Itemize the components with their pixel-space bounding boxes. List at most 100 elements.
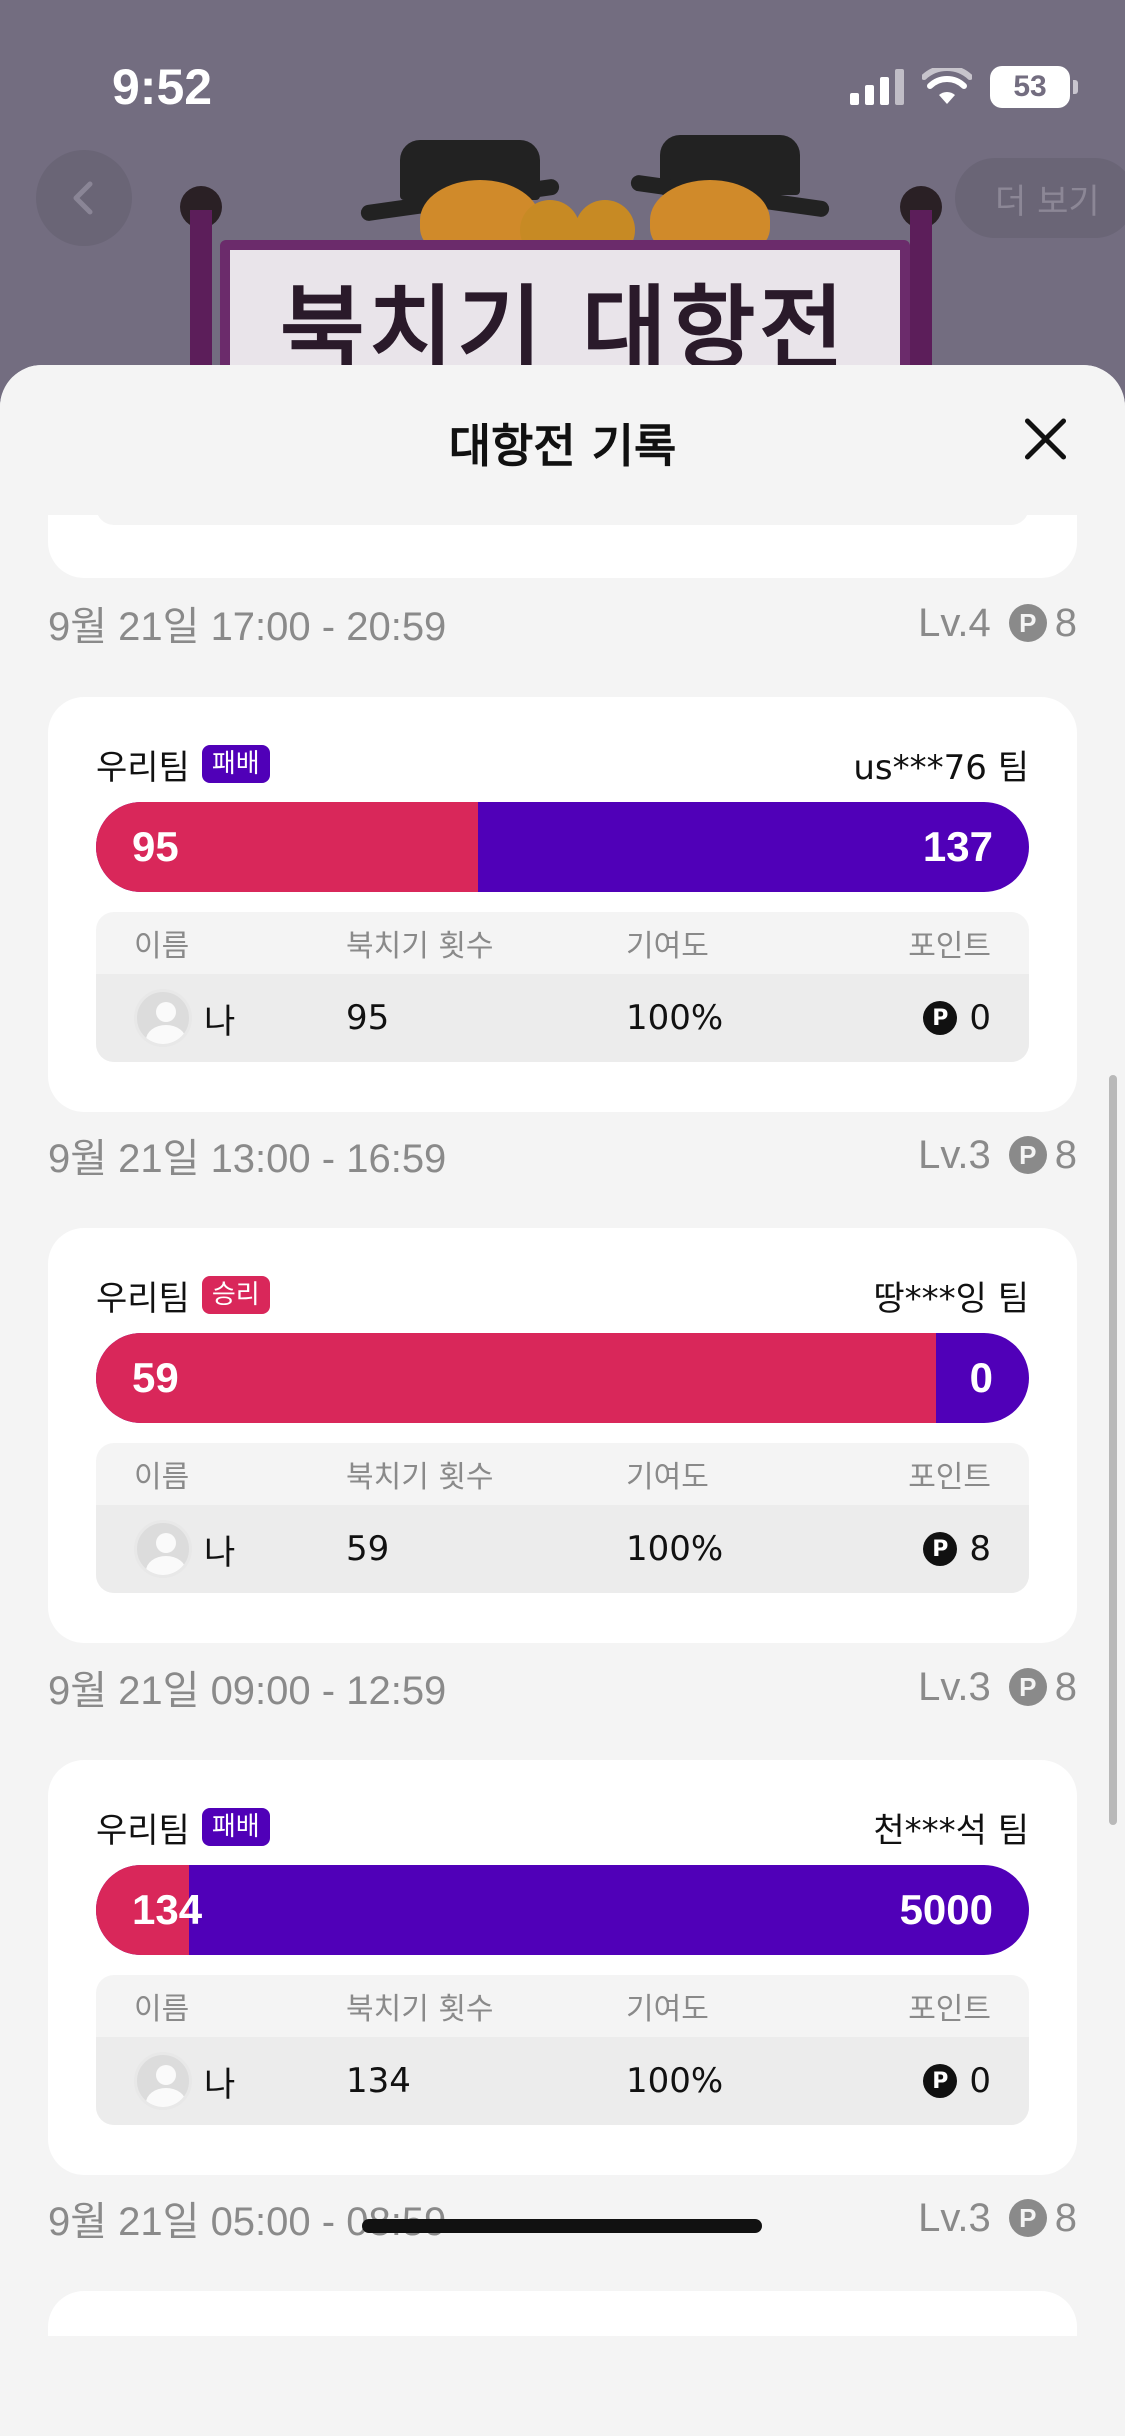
score-bar: 134 5000 <box>96 1865 1029 1955</box>
player-name: 나 <box>204 2064 236 2105</box>
sheet-title: 대항전 기록 <box>448 419 677 473</box>
status-time: 9:52 <box>112 59 213 115</box>
header-points: 포인트 <box>908 1992 991 2027</box>
our-score: 134 <box>132 1886 203 1933</box>
header-points: 포인트 <box>908 929 991 964</box>
player-hits: 134 <box>346 2061 411 2101</box>
record-level-reward: Lv.3 P 8 <box>918 2196 1077 2241</box>
game-background: 9:52 53 더 보기 북치기 대항전 <box>0 0 1125 420</box>
stats-table: 이름 북치기 횟수 기여도 포인트 나 134 100% P 0 <box>96 1975 1029 2125</box>
player-name: 나 <box>204 1001 236 1042</box>
record-level: Lv.4 <box>918 600 991 645</box>
record-card: 우리팀 패배 천***석 팀 134 5000 이름 북치기 횟수 기여도 포인… <box>48 1760 1077 2175</box>
header-contribution: 기여도 <box>626 1460 709 1495</box>
record-reward: P 8 <box>1008 601 1077 646</box>
more-button[interactable]: 더 보기 <box>955 158 1125 238</box>
close-icon[interactable] <box>1023 417 1067 461</box>
stats-header-row: 이름 북치기 횟수 기여도 포인트 <box>96 1443 1029 1505</box>
header-name: 이름 <box>134 1992 190 2027</box>
record-header: 9월 21일 17:00 - 20:59 Lv.4 P 8 <box>48 593 1077 653</box>
player-contribution: 100% <box>626 998 724 1038</box>
records-list[interactable]: 9월 21일 17:00 - 20:59 Lv.4 P 8 우리팀 패배 us*… <box>0 515 1125 2436</box>
record-reward-value: 8 <box>1054 1664 1077 1709</box>
point-coin-icon: P <box>1008 2199 1047 2237</box>
our-team: 우리팀 승리 <box>96 1271 270 1320</box>
record-date: 9월 21일 09:00 - 12:59 <box>48 1669 447 1713</box>
opponent-score: 137 <box>922 823 993 870</box>
record-level: Lv.3 <box>918 1132 991 1177</box>
default-avatar-icon <box>134 1520 192 1578</box>
our-team-label: 우리팀 <box>96 747 190 788</box>
chevron-left-icon <box>73 181 93 215</box>
point-coin-icon: P <box>1008 1668 1047 1706</box>
record-level-reward: Lv.3 P 8 <box>918 1665 1077 1710</box>
table-row: 나 95 100% P 0 <box>96 974 1029 1062</box>
header-hits: 북치기 횟수 <box>346 1460 494 1495</box>
player-name-cell: 나 <box>134 1505 235 1593</box>
status-icons: 53 <box>850 64 1078 110</box>
record-reward: P 8 <box>1008 2195 1077 2241</box>
our-team-label: 우리팀 <box>96 1810 190 1851</box>
sheet-header: 대항전 기록 <box>0 365 1125 515</box>
record-level: Lv.3 <box>918 1664 991 1709</box>
opponent-team: us***76 팀 <box>853 747 1029 788</box>
header-name: 이름 <box>134 929 190 964</box>
player-name-cell: 나 <box>134 974 235 1062</box>
team-row: 우리팀 패배 천***석 팀 <box>96 1803 1029 1852</box>
header-hits: 북치기 횟수 <box>346 1992 494 2027</box>
scrollbar[interactable] <box>1109 1075 1117 1825</box>
record-level: Lv.3 <box>918 2195 991 2240</box>
our-score: 95 <box>132 823 179 870</box>
battery-icon: 53 <box>990 66 1078 108</box>
header-hits: 북치기 횟수 <box>346 929 494 964</box>
record-reward-value: 8 <box>1054 2195 1077 2240</box>
record-header: 9월 21일 05:00 - 08:59 Lv.3 P 8 <box>48 2188 1077 2248</box>
our-team: 우리팀 패배 <box>96 740 270 789</box>
player-points-cell: P 0 <box>923 2037 991 2125</box>
record-date: 9월 21일 13:00 - 16:59 <box>48 1137 447 1181</box>
player-name-cell: 나 <box>134 2037 235 2125</box>
player-hits: 59 <box>346 1529 390 1569</box>
team-row: 우리팀 패배 us***76 팀 <box>96 740 1029 789</box>
player-points: 8 <box>969 1529 991 1569</box>
result-badge: 패배 <box>201 745 270 783</box>
record-level-reward: Lv.3 P 8 <box>918 1133 1077 1178</box>
player-contribution: 100% <box>626 1529 724 1569</box>
table-row: 나 134 100% P 0 <box>96 2037 1029 2125</box>
player-name: 나 <box>204 1532 236 1573</box>
opponent-team: 천***석 팀 <box>873 1810 1029 1851</box>
record-reward: P 8 <box>1008 1664 1077 1710</box>
stats-header-row: 이름 북치기 횟수 기여도 포인트 <box>96 1975 1029 2037</box>
battle-history-sheet: 대항전 기록 9월 21일 17:00 - 20:59 Lv.4 P 8 우리팀… <box>0 365 1125 2436</box>
record-header: 9월 21일 09:00 - 12:59 Lv.3 P 8 <box>48 1657 1077 1717</box>
stats-table-partial <box>96 515 1029 525</box>
score-bar: 95 137 <box>96 802 1029 892</box>
header-points: 포인트 <box>908 1460 991 1495</box>
our-team: 우리팀 패배 <box>96 1803 270 1852</box>
header-contribution: 기여도 <box>626 929 709 964</box>
point-coin-icon: P <box>923 1001 958 1035</box>
point-coin-icon: P <box>923 2064 958 2098</box>
player-contribution: 100% <box>626 2061 724 2101</box>
player-points-cell: P 8 <box>923 1505 991 1593</box>
record-reward-value: 8 <box>1054 1132 1077 1177</box>
stats-table: 이름 북치기 횟수 기여도 포인트 나 59 100% P 8 <box>96 1443 1029 1593</box>
wifi-icon <box>922 68 972 104</box>
record-card: 우리팀 승리 땅***잉 팀 59 0 이름 북치기 횟수 기여도 포인트 나 … <box>48 1228 1077 1643</box>
player-points: 0 <box>969 2061 991 2101</box>
player-points: 0 <box>969 998 991 1038</box>
record-date: 9월 21일 17:00 - 20:59 <box>48 605 447 649</box>
home-indicator[interactable] <box>362 2219 762 2233</box>
record-level-reward: Lv.4 P 8 <box>918 601 1077 646</box>
back-button[interactable] <box>36 150 132 246</box>
our-score: 59 <box>132 1354 179 1401</box>
default-avatar-icon <box>134 2052 192 2110</box>
header-name: 이름 <box>134 1460 190 1495</box>
stats-table: 이름 북치기 횟수 기여도 포인트 나 95 100% P 0 <box>96 912 1029 1062</box>
our-team-label: 우리팀 <box>96 1278 190 1319</box>
record-reward: P 8 <box>1008 1132 1077 1178</box>
point-coin-icon: P <box>1008 604 1047 642</box>
header-contribution: 기여도 <box>626 1992 709 2027</box>
record-header: 9월 21일 13:00 - 16:59 Lv.3 P 8 <box>48 1125 1077 1185</box>
opponent-team: 땅***잉 팀 <box>873 1278 1029 1319</box>
